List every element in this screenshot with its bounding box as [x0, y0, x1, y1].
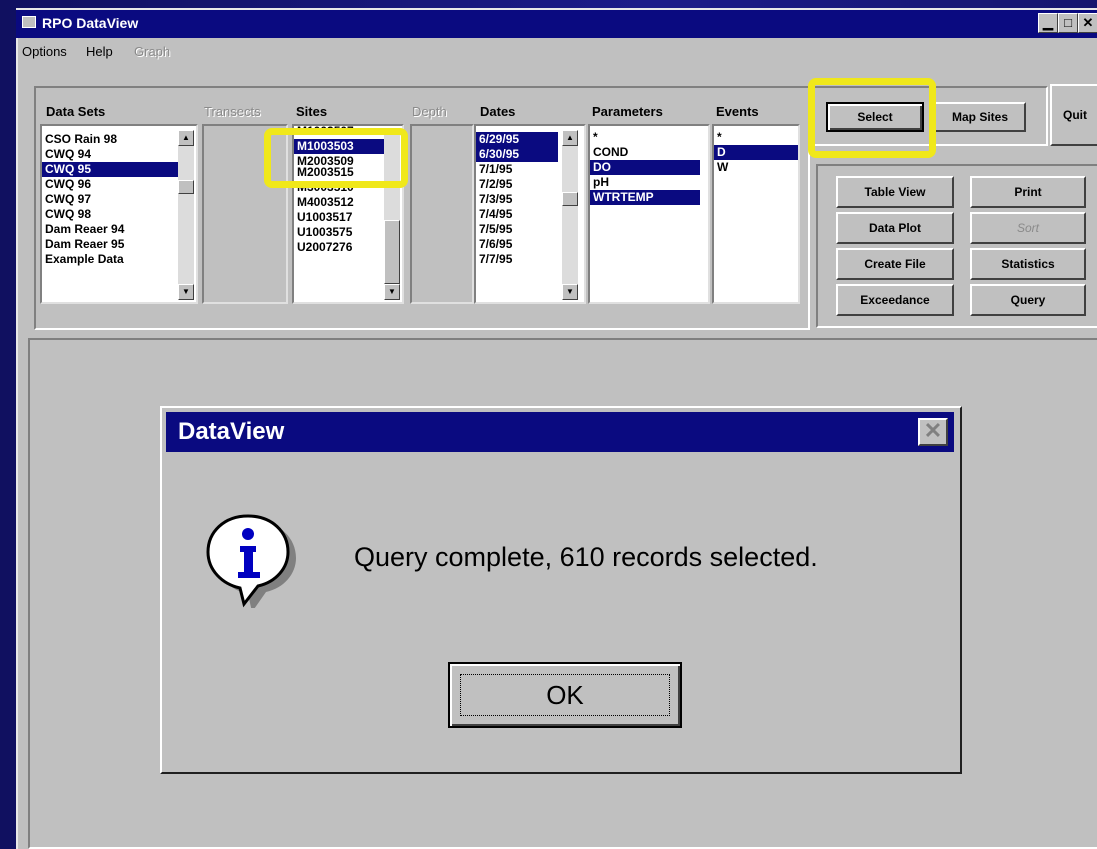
depth-list — [410, 124, 474, 304]
parameters-rows: * COND DO pH WTRTEMP — [590, 126, 700, 205]
sort-button[interactable]: Sort — [970, 212, 1086, 244]
list-item[interactable]: CWQ 95 — [42, 162, 180, 177]
list-item[interactable]: CSO Rain 98 — [42, 132, 180, 147]
minimize-button[interactable]: ▁ — [1038, 13, 1058, 33]
list-item[interactable]: CWQ 98 — [42, 207, 180, 222]
dates-scrollbar[interactable]: ▲ ▼ — [562, 130, 578, 300]
scroll-up-icon[interactable]: ▲ — [178, 130, 194, 146]
list-item[interactable]: W — [714, 160, 798, 175]
list-item[interactable]: 7/3/95 — [476, 192, 558, 207]
events-list[interactable]: * D W — [712, 124, 800, 304]
menu-help[interactable]: Help — [86, 44, 113, 59]
select-highlight-box — [808, 78, 936, 158]
list-item[interactable]: CWQ 94 — [42, 147, 180, 162]
dialog-message: Query complete, 610 records selected. — [354, 542, 818, 572]
data-plot-button[interactable]: Data Plot — [836, 212, 954, 244]
list-item[interactable]: U2007276 — [294, 240, 386, 255]
transects-label: Transects — [204, 104, 261, 119]
list-item[interactable]: CWQ 97 — [42, 192, 180, 207]
dates-rows: 6/29/95 6/30/95 7/1/95 7/2/95 7/3/95 7/4… — [476, 126, 558, 267]
scroll-thumb[interactable] — [562, 192, 578, 206]
list-item[interactable]: 7/2/95 — [476, 177, 558, 192]
list-item[interactable]: Dam Reaer 94 — [42, 222, 180, 237]
events-label: Events — [716, 104, 759, 119]
list-item[interactable]: U1003517 — [294, 210, 386, 225]
list-item[interactable]: Example Data — [42, 252, 180, 267]
dataview-dialog: DataView ✕ Query complete, 610 records s… — [160, 406, 962, 774]
data-sets-list[interactable]: CSO Rain 98 CWQ 94 CWQ 95 CWQ 96 CWQ 97 … — [40, 124, 198, 304]
data-sets-rows: CSO Rain 98 CWQ 94 CWQ 95 CWQ 96 CWQ 97 … — [42, 126, 180, 267]
list-item[interactable]: * — [714, 130, 798, 145]
create-file-button[interactable]: Create File — [836, 248, 954, 280]
events-rows: * D W — [714, 126, 798, 175]
list-item[interactable]: 7/4/95 — [476, 207, 558, 222]
table-view-button[interactable]: Table View — [836, 176, 954, 208]
list-item[interactable]: DO — [590, 160, 700, 175]
close-button[interactable]: ✕ — [1078, 13, 1097, 33]
list-item[interactable]: 7/1/95 — [476, 162, 558, 177]
dialog-close-icon[interactable]: ✕ — [918, 418, 948, 446]
scroll-down-icon[interactable]: ▼ — [384, 284, 400, 300]
statistics-button[interactable]: Statistics — [970, 248, 1086, 280]
site-highlight-box — [264, 128, 408, 188]
exceedance-button[interactable]: Exceedance — [836, 284, 954, 316]
menu-options[interactable]: Options — [22, 44, 67, 59]
ok-button[interactable]: OK — [448, 662, 682, 728]
maximize-button[interactable]: □ — [1058, 13, 1078, 33]
title-bar: RPO DataView ▁ □ ✕ — [16, 10, 1097, 38]
query-button[interactable]: Query — [970, 284, 1086, 316]
depth-label: Depth — [412, 104, 447, 119]
sites-label: Sites — [296, 104, 328, 119]
data-sets-scrollbar[interactable]: ▲ ▼ — [178, 130, 194, 300]
dialog-title: DataView — [178, 418, 285, 445]
list-item[interactable]: * — [590, 130, 700, 145]
list-item[interactable]: 7/7/95 — [476, 252, 558, 267]
list-item[interactable]: 6/29/95 — [476, 132, 558, 147]
info-icon — [206, 514, 296, 608]
list-item[interactable]: U1003575 — [294, 225, 386, 240]
scroll-thumb[interactable] — [384, 220, 400, 284]
list-item[interactable]: 7/6/95 — [476, 237, 558, 252]
list-item[interactable]: CWQ 96 — [42, 177, 180, 192]
menu-bar: Options Help Graph — [16, 40, 1097, 64]
dialog-title-bar: DataView ✕ — [166, 412, 954, 452]
list-item[interactable]: D — [714, 145, 798, 160]
list-item[interactable]: WTRTEMP — [590, 190, 700, 205]
app-icon[interactable] — [22, 16, 36, 28]
list-item[interactable]: 6/30/95 — [476, 147, 558, 162]
scroll-down-icon[interactable]: ▼ — [562, 284, 578, 300]
list-item[interactable]: 7/5/95 — [476, 222, 558, 237]
dates-list[interactable]: 6/29/95 6/30/95 7/1/95 7/2/95 7/3/95 7/4… — [474, 124, 586, 304]
window-title: RPO DataView — [42, 15, 139, 31]
parameters-list[interactable]: * COND DO pH WTRTEMP — [588, 124, 710, 304]
scroll-thumb[interactable] — [178, 180, 194, 194]
menu-graph[interactable]: Graph — [134, 44, 170, 59]
map-sites-button[interactable]: Map Sites — [934, 102, 1026, 132]
list-item[interactable]: Dam Reaer 95 — [42, 237, 180, 252]
data-sets-label: Data Sets — [46, 104, 106, 119]
dates-label: Dates — [480, 104, 516, 119]
list-item[interactable]: COND — [590, 145, 700, 160]
scroll-up-icon[interactable]: ▲ — [562, 130, 578, 146]
list-item[interactable]: M4003512 — [294, 195, 386, 210]
scroll-down-icon[interactable]: ▼ — [178, 284, 194, 300]
quit-button[interactable]: Quit — [1050, 84, 1097, 146]
list-item[interactable]: pH — [590, 175, 700, 190]
parameters-label: Parameters — [592, 104, 663, 119]
focus-rectangle — [460, 674, 670, 716]
print-button[interactable]: Print — [970, 176, 1086, 208]
